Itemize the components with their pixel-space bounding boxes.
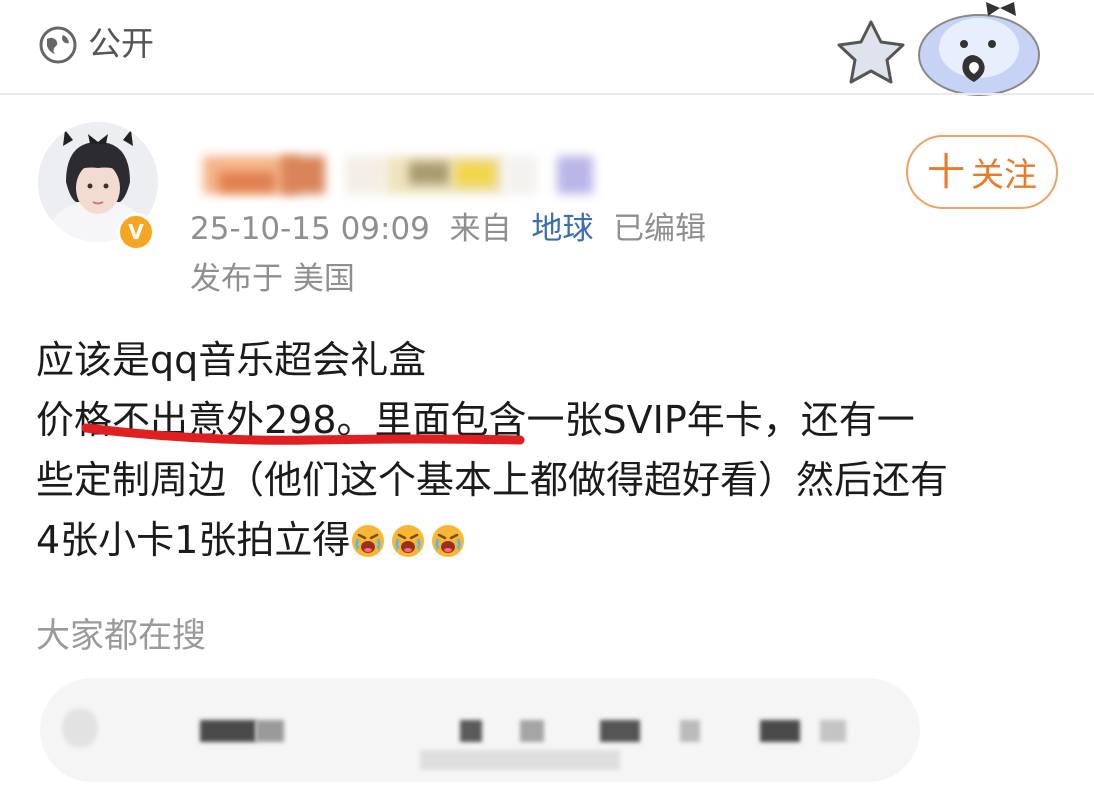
trending-search-title: 大家都在搜 [36, 616, 206, 656]
plus-icon: 十 [926, 150, 965, 194]
crying-face-emoji [392, 525, 425, 557]
trending-search-bar[interactable] [40, 678, 920, 782]
crying-face-emoji [432, 525, 465, 557]
post-meta: 25-10-15 09:09 来自 地球 已编辑 [190, 206, 706, 252]
emoji-group [350, 518, 470, 562]
verified-badge: V [117, 213, 155, 251]
post-source-link[interactable]: 地球 [531, 211, 593, 247]
crying-face-emoji [352, 525, 385, 557]
post-line: 4张小卡1张拍立得 [36, 518, 351, 562]
header-divider [0, 93, 1094, 95]
red-underline-annotation [81, 423, 525, 445]
post-content[interactable]: 应该是qq音乐超会礼盒 价格不出意外298。里面包含一张SVIP年卡，还有一 些… [36, 330, 1076, 570]
follow-label: 关注 [971, 155, 1037, 194]
visibility-bar: 公开 [0, 0, 1094, 96]
from-label: 来自 [449, 211, 512, 247]
edited-label[interactable]: 已编辑 [613, 211, 706, 247]
follow-button[interactable]: 十 关注 [906, 135, 1058, 209]
visibility-label: 公开 [88, 24, 154, 63]
sticker-decoration [837, 2, 1040, 96]
globe-icon [39, 26, 77, 64]
post-location: 发布于 美国 [190, 261, 355, 297]
post-line: 应该是qq音乐超会礼盒 [36, 338, 427, 382]
post-line: 些定制周边（他们这个基本上都做得超好看）然后还有 [36, 458, 949, 502]
username-blurred[interactable] [195, 156, 615, 196]
post-timestamp: 25-10-15 09:09 [190, 211, 430, 247]
post-line-last: 4张小卡1张拍立得 [36, 510, 1076, 570]
